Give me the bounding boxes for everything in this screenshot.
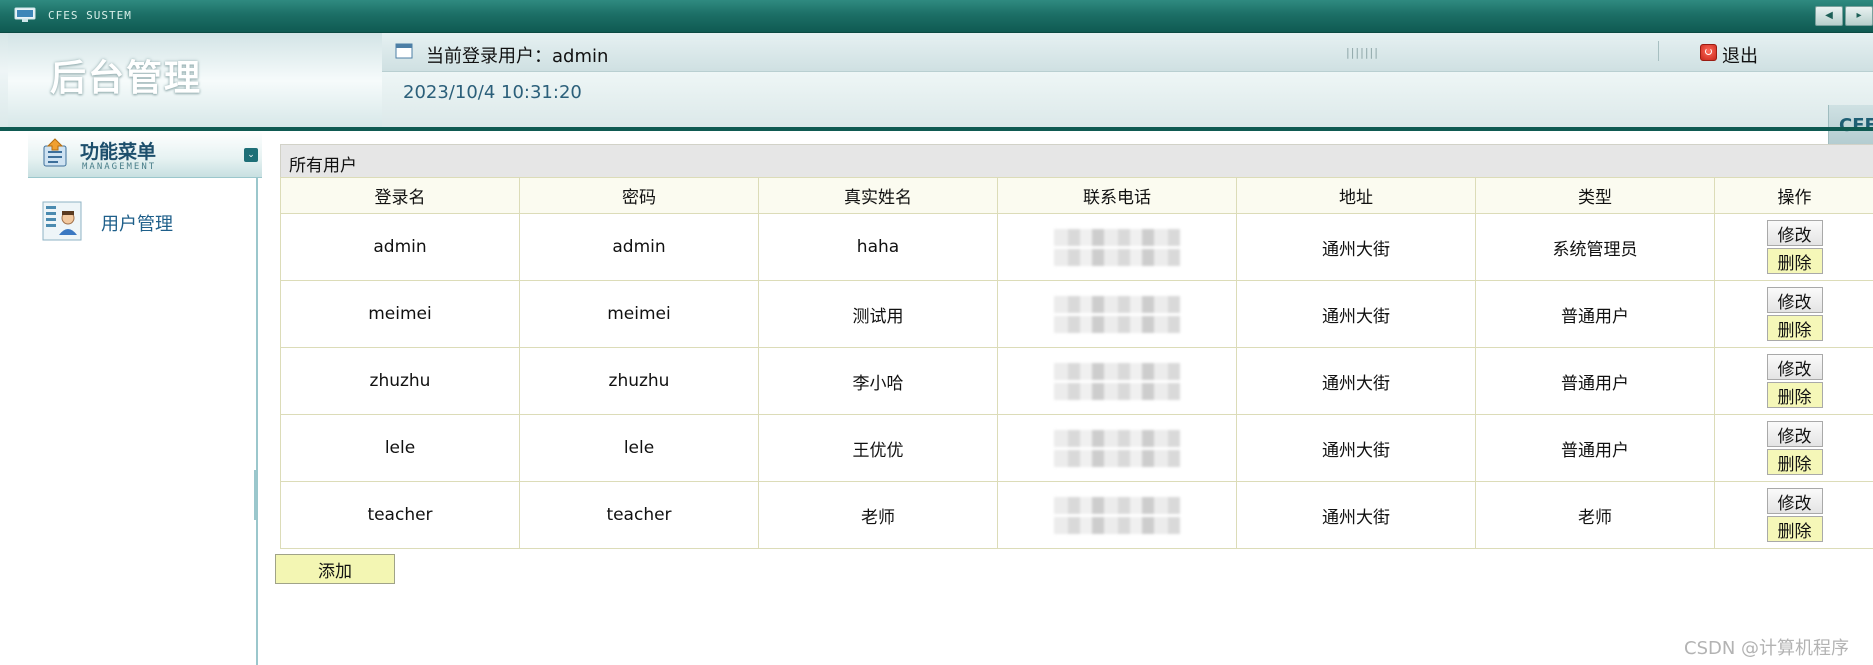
table-row: teacher teacher 老师 通州大街 老师 修改 删除 [280,481,1873,549]
edit-button[interactable]: 修改 [1766,287,1823,313]
current-datetime: 2023/10/4 10:31:20 [403,82,582,103]
menu-subtitle: MANAGEMENT [82,162,157,172]
redacted-phone [1054,361,1180,401]
main-content: 所有用户 登录名 密码 真实姓名 联系电话 地址 类型 操作 admin adm… [258,131,1873,665]
table-row: lele lele 王优优 通州大街 普通用户 修改 删除 [280,414,1873,482]
cell-type: 普通用户 [1475,414,1715,482]
cell-phone [997,347,1237,415]
cell-actions: 修改 删除 [1714,481,1873,549]
panel-title: 所有用户 [289,156,357,176]
window-icon [395,43,413,59]
prev-arrow-button[interactable]: ◀ [1815,6,1843,26]
monitor-icon [14,7,36,22]
redacted-phone [1054,495,1180,535]
sidebar-item-label: 用户管理 [101,214,173,235]
column-header: 类型 [1475,177,1715,214]
users-table: 登录名 密码 真实姓名 联系电话 地址 类型 操作 admin admin ha… [280,177,1873,549]
column-header: 登录名 [280,177,520,214]
cell-real-name: 测试用 [758,280,998,348]
current-user-label: 当前登录用户：admin [426,46,609,67]
cell-real-name: haha [758,213,998,281]
window-titlebar: CFES SUSTEM ◀ ▸ [0,0,1873,33]
cell-actions: 修改 删除 [1714,414,1873,482]
cell-real-name: 老师 [758,481,998,549]
column-header: 地址 [1236,177,1476,214]
cell-actions: 修改 删除 [1714,347,1873,415]
grip-icon: ||||||| [1346,46,1379,59]
sidebar: 功能菜单 MANAGEMENT ⌄ 用户管理 [8,131,262,665]
delete-button[interactable]: 删除 [1766,248,1823,274]
table-row: zhuzhu zhuzhu 李小哈 通州大街 普通用户 修改 删除 [280,347,1873,415]
edit-button[interactable]: 修改 [1766,354,1823,380]
redacted-phone [1054,428,1180,468]
table-row: meimei meimei 测试用 通州大街 普通用户 修改 删除 [280,280,1873,348]
cell-password: lele [519,414,759,482]
cell-type: 老师 [1475,481,1715,549]
cell-login: teacher [280,481,520,549]
cell-login: meimei [280,280,520,348]
cell-phone [997,280,1237,348]
column-header: 密码 [519,177,759,214]
sidebar-item-user-management[interactable]: 用户管理 [42,201,242,241]
cell-phone [997,414,1237,482]
cell-password: zhuzhu [519,347,759,415]
cell-address: 通州大街 [1236,213,1476,281]
cell-actions: 修改 删除 [1714,213,1873,281]
cell-phone [997,481,1237,549]
power-icon[interactable] [1700,44,1717,61]
table-header-row: 登录名 密码 真实姓名 联系电话 地址 类型 操作 [280,177,1873,214]
delete-button[interactable]: 删除 [1766,516,1823,542]
brand-panel: 后台管理 [8,33,382,129]
delete-button[interactable]: 删除 [1766,315,1823,341]
cell-actions: 修改 删除 [1714,280,1873,348]
cell-password: teacher [519,481,759,549]
cell-login: admin [280,213,520,281]
panel-header: 所有用户 [280,144,1873,178]
cell-type: 普通用户 [1475,280,1715,348]
user-management-icon [42,201,82,241]
divider [1658,41,1659,61]
edit-button[interactable]: 修改 [1766,488,1823,514]
add-user-button[interactable]: 添加 [275,554,395,584]
cell-real-name: 王优优 [758,414,998,482]
delete-button[interactable]: 删除 [1766,382,1823,408]
page-header: 后台管理 当前登录用户：admin ||||||| 退出 2023/10/4 1… [0,33,1873,145]
cell-login: zhuzhu [280,347,520,415]
column-header: 操作 [1714,177,1873,214]
cell-address: 通州大街 [1236,280,1476,348]
next-arrow-button[interactable]: ▸ [1845,6,1873,26]
table-row: admin admin haha 通州大街 系统管理员 修改 删除 [280,213,1873,281]
cell-type: 普通用户 [1475,347,1715,415]
cell-real-name: 李小哈 [758,347,998,415]
redacted-phone [1054,227,1180,267]
cell-address: 通州大街 [1236,347,1476,415]
menu-header[interactable]: 功能菜单 MANAGEMENT ⌄ [28,131,262,178]
cell-type: 系统管理员 [1475,213,1715,281]
logout-link[interactable]: 退出 [1722,42,1758,68]
datetime-bar [382,72,1873,129]
delete-button[interactable]: 删除 [1766,449,1823,475]
brand-title: 后台管理 [50,58,203,99]
edit-button[interactable]: 修改 [1766,220,1823,246]
column-header: 联系电话 [997,177,1237,214]
cell-login: lele [280,414,520,482]
clipboard-menu-icon [43,138,67,167]
cell-address: 通州大街 [1236,414,1476,482]
cell-password: admin [519,213,759,281]
edit-button[interactable]: 修改 [1766,421,1823,447]
menu-title: 功能菜单 [80,141,157,163]
chevron-down-icon[interactable]: ⌄ [244,148,258,162]
system-name: CFES SUSTEM [48,9,132,22]
cell-address: 通州大街 [1236,481,1476,549]
redacted-phone [1054,294,1180,334]
cell-password: meimei [519,280,759,348]
watermark: CSDN @计算机程序 [1684,638,1850,659]
column-header: 真实姓名 [758,177,998,214]
cell-phone [997,213,1237,281]
